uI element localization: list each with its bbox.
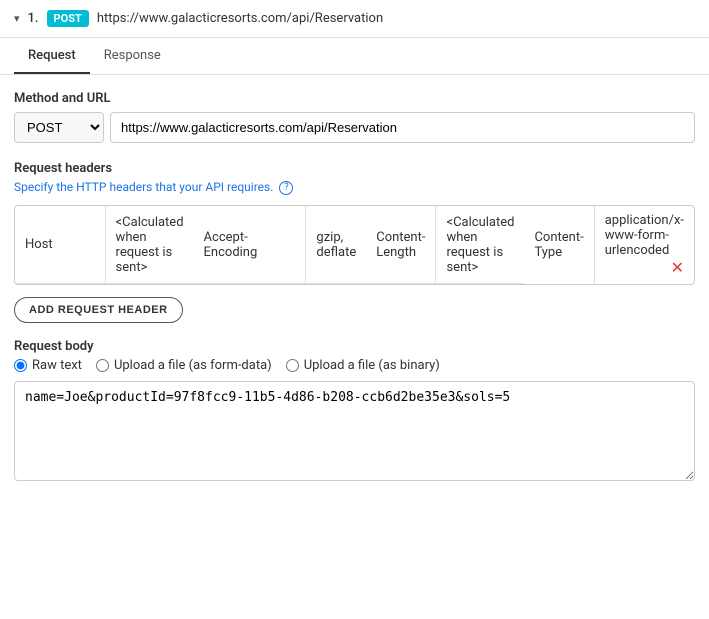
method-url-label: Method and URL bbox=[14, 91, 695, 106]
radio-form-data[interactable]: Upload a file (as form-data) bbox=[96, 358, 272, 373]
headers-table: Host <Calculated when request is sent> A… bbox=[15, 206, 694, 285]
radio-raw-text[interactable]: Raw text bbox=[14, 358, 82, 373]
body-textarea[interactable]: name=Joe&productId=97f8fcc9-11b5-4d86-b2… bbox=[14, 381, 695, 481]
request-body-label: Request body bbox=[14, 339, 695, 354]
radio-raw-input[interactable] bbox=[14, 359, 27, 372]
add-header-button[interactable]: ADD REQUEST HEADER bbox=[14, 297, 183, 323]
tab-request[interactable]: Request bbox=[14, 38, 90, 74]
step-number: 1. bbox=[28, 11, 39, 26]
header-key-cell: Content-Type bbox=[524, 206, 594, 284]
headers-section: Request headers Specify the HTTP headers… bbox=[14, 161, 695, 323]
main-content: Method and URL POST GET PUT PATCH DELETE… bbox=[0, 75, 709, 501]
tabs: Request Response bbox=[0, 38, 709, 75]
tab-response[interactable]: Response bbox=[90, 38, 175, 74]
header-key-cell: Content-Length bbox=[366, 206, 436, 284]
method-badge: POST bbox=[47, 10, 89, 27]
header-key-cell: Host bbox=[15, 206, 105, 284]
method-url-row: POST GET PUT PATCH DELETE bbox=[14, 112, 695, 143]
radio-form-input[interactable] bbox=[96, 359, 109, 372]
top-bar: ▾ 1. POST https://www.galacticresorts.co… bbox=[0, 0, 709, 38]
help-icon[interactable]: ? bbox=[279, 181, 293, 195]
header-value-cell: <Calculated when request is sent> bbox=[436, 206, 524, 284]
chevron-icon[interactable]: ▾ bbox=[14, 12, 20, 25]
header-value-cell: application/x-www-form-urlencoded ✕ bbox=[594, 206, 694, 284]
headers-sublabel: Specify the HTTP headers that your API r… bbox=[14, 180, 695, 195]
headers-grid: Host <Calculated when request is sent> A… bbox=[14, 205, 695, 286]
request-body-section: Request body Raw text Upload a file (as … bbox=[14, 339, 695, 485]
method-select[interactable]: POST GET PUT PATCH DELETE bbox=[14, 112, 104, 143]
radio-group: Raw text Upload a file (as form-data) Up… bbox=[14, 358, 695, 373]
header-key-cell: Accept-Encoding bbox=[194, 206, 306, 284]
radio-binary-input[interactable] bbox=[286, 359, 299, 372]
header-value-cell: <Calculated when request is sent> bbox=[105, 206, 193, 284]
url-input[interactable] bbox=[110, 112, 695, 143]
radio-raw-label: Raw text bbox=[32, 358, 82, 373]
radio-binary-label: Upload a file (as binary) bbox=[304, 358, 440, 373]
radio-binary[interactable]: Upload a file (as binary) bbox=[286, 358, 440, 373]
delete-header-icon[interactable]: ✕ bbox=[671, 258, 684, 277]
headers-section-label: Request headers bbox=[14, 161, 695, 176]
header-value-cell: gzip, deflate bbox=[306, 206, 366, 284]
top-url-display: https://www.galacticresorts.com/api/Rese… bbox=[97, 11, 383, 26]
radio-form-label: Upload a file (as form-data) bbox=[114, 358, 272, 373]
